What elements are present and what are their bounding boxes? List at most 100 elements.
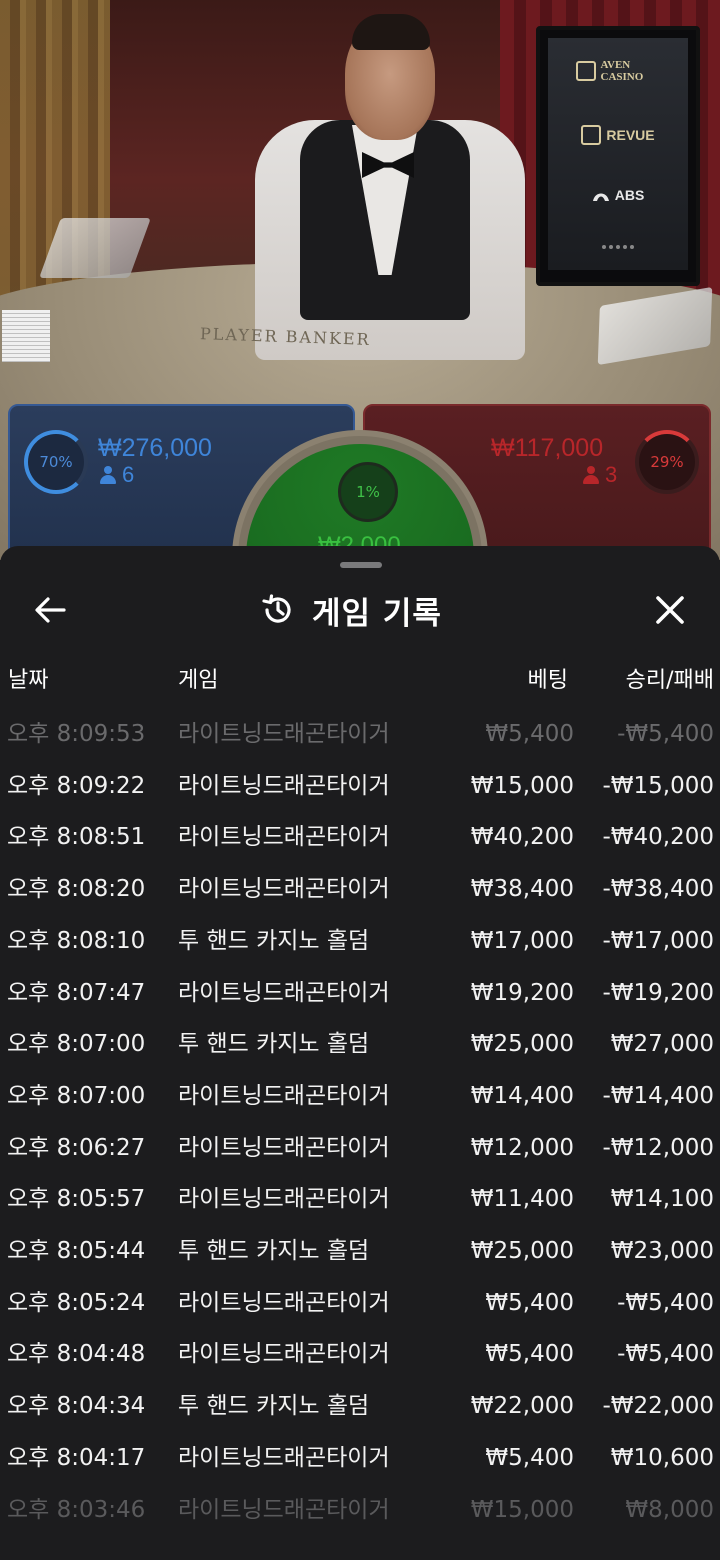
history-row[interactable]: 오후 8:03:46 라이트닝드래곤타이거 ₩15,000 ₩8,000 [0, 1490, 720, 1535]
row-time: 오후 8:07:00 [7, 1031, 146, 1058]
history-list[interactable]: 오후 8:09:53 라이트닝드래곤타이거 ₩5,400 -₩5,400 오후 8:09… [0, 714, 720, 1534]
row-bet: ₩15,000 [470, 1496, 574, 1523]
row-result: ₩14,100 [610, 1186, 714, 1213]
row-result: -₩38,400 [602, 876, 714, 903]
banker-percent-ring: 29% [635, 430, 699, 494]
history-icon [262, 594, 291, 623]
row-game: 투 핸드 카지노 홀덤 [178, 1031, 370, 1058]
live-video-feed: PLAYER BANKER AVEN CASINO REVUE ABS 70% … [0, 0, 720, 560]
drag-handle[interactable] [340, 562, 382, 568]
row-result: -₩19,200 [602, 979, 714, 1006]
player-percent-ring: 70% [24, 430, 88, 494]
row-result: -₩5,400 [617, 1289, 714, 1316]
sponsor-screen: AVEN CASINO REVUE ABS [536, 26, 700, 286]
history-row[interactable]: 오후 8:06:27 라이트닝드래곤타이거 ₩12,000 -₩12,000 [0, 1128, 720, 1180]
row-bet: ₩5,400 [485, 1289, 574, 1316]
arrow-left-icon [35, 597, 66, 623]
sponsor-logo-abs: ABS [592, 187, 644, 203]
banker-bettor-count: 3 [583, 462, 617, 488]
row-game: 투 핸드 카지노 홀덤 [178, 927, 370, 954]
back-button[interactable] [24, 584, 76, 636]
row-game: 라이트닝드래곤타이거 [178, 1341, 390, 1368]
row-time: 오후 8:04:48 [7, 1341, 146, 1368]
row-result: -₩5,400 [617, 1341, 714, 1368]
crest-icon [581, 125, 602, 145]
history-row[interactable]: 오후 8:04:17 라이트닝드래곤타이거 ₩5,400 ₩10,600 [0, 1438, 720, 1490]
sponsor-logo-revue: REVUE [581, 125, 655, 145]
shield-icon [575, 61, 596, 81]
history-row[interactable]: 오후 8:08:51 라이트닝드래곤타이거 ₩40,200 -₩40,200 [0, 817, 720, 869]
abs-logo-icon [592, 193, 609, 201]
carousel-dots [602, 245, 634, 249]
row-result: -₩22,000 [602, 1393, 714, 1420]
person-icon [583, 466, 599, 484]
row-time: 오후 8:07:47 [7, 979, 146, 1006]
column-header-game: 게임 [178, 668, 219, 693]
row-result: ₩23,000 [610, 1238, 714, 1264]
row-game: 라이트닝드래곤타이거 [178, 721, 390, 747]
row-game: 투 핸드 카지노 홀덤 [178, 1238, 370, 1264]
player-bettors: 6 [122, 462, 135, 487]
row-result: -₩17,000 [602, 927, 714, 954]
row-result: -₩5,400 [617, 721, 714, 747]
history-row[interactable]: 오후 8:07:00 라이트닝드래곤타이거 ₩14,400 -₩14,400 [0, 1076, 720, 1128]
history-row[interactable]: 오후 8:05:24 라이트닝드래곤타이거 ₩5,400 -₩5,400 [0, 1283, 720, 1335]
history-row[interactable]: 오후 8:04:48 라이트닝드래곤타이거 ₩5,400 -₩5,400 [0, 1334, 720, 1386]
column-header-date: 날짜 [8, 668, 49, 693]
row-time: 오후 8:06:27 [7, 1134, 146, 1161]
history-row[interactable]: 오후 8:08:10 투 핸드 카지노 홀덤 ₩17,000 -₩17,000 [0, 921, 720, 973]
row-bet: ₩25,000 [470, 1238, 574, 1264]
row-game: 라이트닝드래곤타이거 [178, 772, 390, 799]
sheet-header: 게임 기록 [260, 582, 442, 638]
sheet-title: 게임 기록 [312, 595, 442, 632]
row-time: 오후 8:03:46 [7, 1496, 146, 1523]
row-time: 오후 8:05:57 [7, 1186, 146, 1213]
history-row[interactable]: 오후 8:05:57 라이트닝드래곤타이거 ₩11,400 ₩14,100 [0, 1179, 720, 1231]
history-row[interactable]: 오후 8:04:34 투 핸드 카지노 홀덤 ₩22,000 -₩22,000 [0, 1386, 720, 1438]
row-result: ₩8,000 [625, 1496, 714, 1523]
history-row[interactable]: 오후 8:09:22 라이트닝드래곤타이거 ₩15,000 -₩15,000 [0, 766, 720, 818]
card-stack [2, 310, 50, 362]
close-icon [656, 596, 684, 624]
row-time: 오후 8:08:20 [7, 876, 146, 903]
row-time: 오후 8:04:17 [7, 1444, 146, 1471]
row-game: 라이트닝드래곤타이거 [178, 1082, 390, 1109]
history-row[interactable]: 오후 8:07:00 투 핸드 카지노 홀덤 ₩25,000 ₩27,000 [0, 1024, 720, 1076]
row-game: 라이트닝드래곤타이거 [178, 1134, 390, 1161]
banker-bettors: 3 [605, 462, 618, 487]
sponsor-logo-aven: AVEN CASINO [575, 59, 661, 83]
row-game: 라이트닝드래곤타이거 [178, 979, 390, 1006]
history-row[interactable]: 오후 8:05:44 투 핸드 카지노 홀덤 ₩25,000 ₩23,000 [0, 1231, 720, 1283]
history-row[interactable]: 오후 8:08:20 라이트닝드래곤타이거 ₩38,400 -₩38,400 [0, 869, 720, 921]
row-result: -₩12,000 [602, 1134, 714, 1161]
table-header: 날짜 게임 베팅 승리/패배 [0, 662, 720, 702]
history-row[interactable]: 오후 8:07:47 라이트닝드래곤타이거 ₩19,200 -₩19,200 [0, 973, 720, 1025]
row-game: 라이트닝드래곤타이거 [178, 1289, 390, 1316]
row-game: 라이트닝드래곤타이거 [178, 876, 390, 903]
row-result: ₩27,000 [610, 1031, 714, 1058]
banker-total-bet: ₩117,000 [491, 434, 604, 462]
row-bet: ₩22,000 [470, 1393, 574, 1420]
tie-percent-ring: 1% [338, 462, 398, 522]
row-time: 오후 8:04:34 [7, 1393, 146, 1420]
column-header-result: 승리/패배 [625, 668, 714, 693]
row-game: 라이트닝드래곤타이거 [178, 1496, 390, 1523]
row-game: 투 핸드 카지노 홀덤 [178, 1393, 370, 1420]
row-bet: ₩14,400 [470, 1082, 574, 1109]
row-game: 라이트닝드래곤타이거 [178, 824, 390, 851]
row-bet: ₩38,400 [470, 876, 574, 903]
tie-bet-surface: 1% ₩2,000 [246, 444, 474, 560]
row-bet: ₩40,200 [470, 824, 574, 851]
row-result: -₩40,200 [602, 824, 714, 851]
row-bet: ₩19,200 [470, 979, 574, 1006]
row-game: 라이트닝드래곤타이거 [178, 1444, 390, 1471]
person-icon [100, 466, 116, 484]
player-percent: 70% [39, 453, 73, 471]
dealer-hair [352, 14, 430, 50]
game-history-sheet: 게임 기록 날짜 게임 베팅 승리/패배 오후 8:09:53 라이트닝드래곤타이… [0, 546, 720, 1560]
history-row[interactable]: 오후 8:09:53 라이트닝드래곤타이거 ₩5,400 -₩5,400 [0, 714, 720, 766]
row-bet: ₩5,400 [485, 1444, 574, 1471]
close-button[interactable] [644, 584, 696, 636]
row-bet: ₩5,400 [485, 721, 574, 747]
row-time: 오후 8:05:24 [7, 1289, 146, 1316]
